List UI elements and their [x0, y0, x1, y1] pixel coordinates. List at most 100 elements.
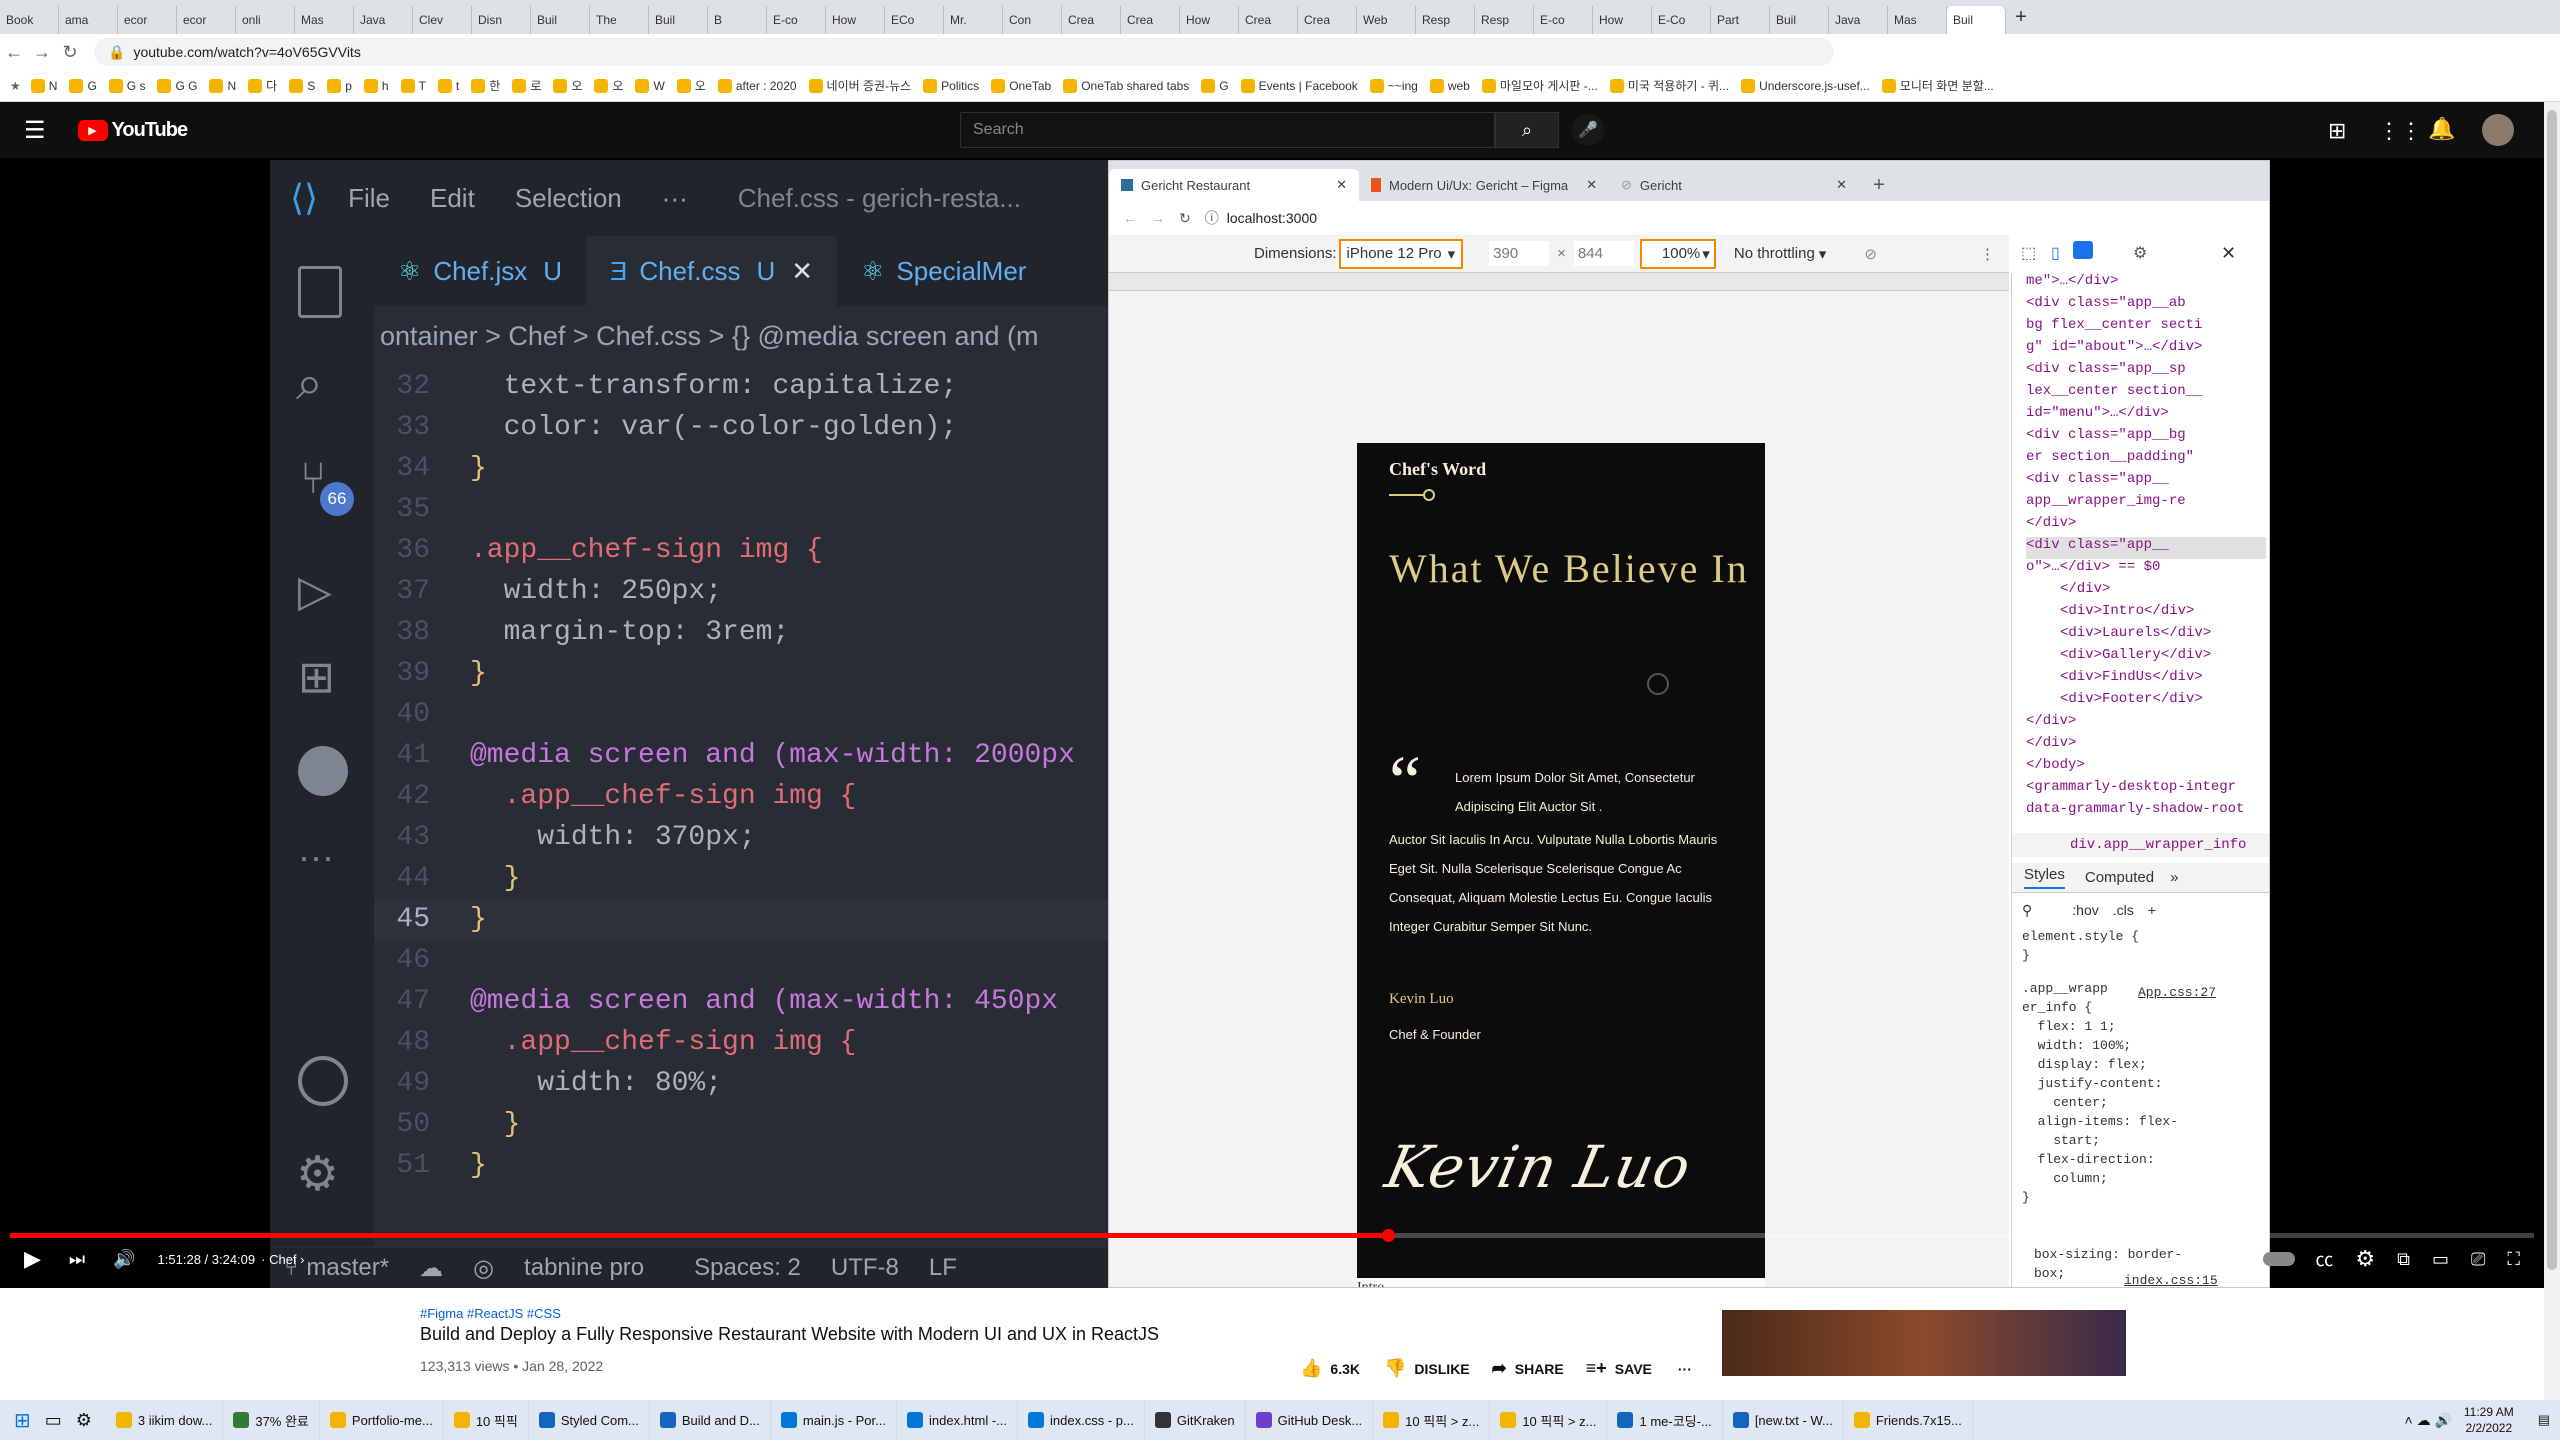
reload-icon[interactable]: ↻	[1179, 210, 1191, 227]
dom-node[interactable]: g" id="about">…</div>	[2026, 339, 2266, 361]
bookmark-item[interactable]: 오	[594, 77, 623, 94]
dom-node[interactable]: <grammarly-desktop-integr	[2026, 779, 2266, 801]
browser-tab[interactable]: Clev	[413, 6, 472, 34]
element-breadcrumb[interactable]: div.app__wrapper_info	[2012, 833, 2269, 857]
ad-banner[interactable]	[1722, 1310, 2126, 1376]
star-icon[interactable]: ★	[10, 79, 21, 93]
scrollbar-thumb[interactable]	[2547, 110, 2557, 1270]
close-icon[interactable]: ✕	[791, 256, 813, 287]
clock[interactable]: 11:29 AM 2/2/2022	[2464, 1404, 2514, 1436]
apps-icon[interactable]: ⋮⋮	[2378, 118, 2422, 144]
dom-node[interactable]: me">…</div>	[2026, 273, 2266, 295]
device-toggle-icon[interactable]: ▯	[2051, 243, 2060, 263]
explorer-icon[interactable]	[298, 266, 342, 318]
dom-node[interactable]: <div>Gallery</div>	[2026, 647, 2266, 669]
bookmark-item[interactable]: N	[30, 78, 57, 93]
browser-tab[interactable]: ecor	[118, 6, 177, 34]
search-icon[interactable]: ⌕	[296, 356, 323, 412]
bookmark-item[interactable]: OneTab	[991, 78, 1051, 93]
taskbar-app[interactable]: Styled Com...	[529, 1400, 650, 1440]
width-input[interactable]: 390	[1489, 241, 1550, 266]
browser-tab[interactable]: Crea	[1239, 6, 1298, 34]
taskbar-app[interactable]: 10 픽픽	[444, 1400, 529, 1440]
taskbar-app[interactable]: index.html -...	[897, 1400, 1019, 1440]
browser-tab[interactable]: Crea	[1298, 6, 1357, 34]
code-editor[interactable]: 32 text-transform: capitalize; 33 color: …	[374, 366, 1110, 1288]
tab-computed[interactable]: Computed	[2085, 869, 2154, 886]
bookmark-item[interactable]: 오	[676, 77, 706, 94]
bookmark-item[interactable]: S	[289, 78, 315, 93]
browser-tab[interactable]: E-Co	[1652, 6, 1711, 34]
bookmark-item[interactable]: OneTab shared tabs	[1063, 78, 1189, 93]
bookmark-item[interactable]: 한	[471, 77, 500, 94]
dom-node[interactable]: </div>	[2026, 581, 2266, 603]
taskbar-app[interactable]: Portfolio-me...	[320, 1400, 444, 1440]
microphone-icon[interactable]: 🎤	[1572, 114, 1604, 146]
browser-tab[interactable]: E-co	[1534, 6, 1593, 34]
taskbar-app[interactable]: GitHub Desk...	[1246, 1400, 1374, 1440]
extensions-icon[interactable]: ⊞	[298, 652, 335, 703]
issues-icon[interactable]	[2073, 241, 2093, 259]
taskbar-app[interactable]: index.css - p...	[1018, 1400, 1145, 1440]
browser-tab[interactable]: Buil	[531, 6, 590, 34]
bookmark-item[interactable]: 오	[553, 77, 582, 94]
dom-node[interactable]: <div>Intro</div>	[2026, 603, 2266, 625]
browser-tab[interactable]: Mas	[295, 6, 354, 34]
bookmark-item[interactable]: t	[437, 78, 459, 93]
avatar[interactable]	[2482, 114, 2514, 146]
browser-tab[interactable]: Java	[1829, 6, 1888, 34]
browser-tab[interactable]: Buil	[1770, 6, 1829, 34]
bookmark-item[interactable]: G	[69, 78, 97, 93]
search-button[interactable]: ⌕	[1495, 112, 1559, 148]
menu-file[interactable]: File	[348, 183, 390, 214]
dom-node[interactable]: </div>	[2026, 515, 2266, 537]
browser-tab[interactable]: Book	[0, 6, 59, 34]
dom-node[interactable]: <div class="app__bg	[2026, 427, 2266, 449]
account-icon[interactable]	[298, 1056, 348, 1106]
dom-node[interactable]: <div class="app__	[2026, 471, 2266, 493]
cls-button[interactable]: .cls	[2113, 902, 2134, 918]
task-view-icon[interactable]: ▭	[45, 1410, 62, 1431]
bookmark-item[interactable]: p	[327, 78, 352, 93]
back-icon[interactable]: ←	[0, 42, 28, 63]
device-select[interactable]: iPhone 12 Pro ▾	[1338, 238, 1464, 269]
tab-special-menu[interactable]: ⚛ SpecialMer	[837, 236, 1050, 306]
taskbar-app[interactable]: 1 me-코딩-...	[1607, 1400, 1723, 1440]
bookmark-item[interactable]: 로	[512, 77, 541, 94]
zoom-select[interactable]: 100% ▾	[1639, 238, 1716, 269]
dislike-button[interactable]: 👎 DISLIKE	[1384, 1358, 1470, 1379]
share-button[interactable]: ➦ SHARE	[1492, 1358, 1564, 1379]
menu-more[interactable]: ···	[662, 183, 688, 214]
subtitles-icon[interactable]: ㏄	[2315, 1246, 2333, 1272]
browser-tab[interactable]: ecor	[177, 6, 236, 34]
dom-tree[interactable]: me">…</div> <div class="app__ab bg flex__c…	[2026, 273, 2266, 823]
forward-icon[interactable]: →	[1151, 210, 1165, 226]
like-button[interactable]: 👍 6.3K	[1300, 1358, 1360, 1379]
bookmark-item[interactable]: 마일모아 게시판 -...	[1481, 77, 1598, 94]
style-source-link[interactable]: App.css:27	[2138, 985, 2216, 1000]
settings-gear-icon[interactable]: ⚙	[296, 1146, 339, 1202]
more-icon[interactable]: ···	[298, 836, 334, 878]
browser-tab[interactable]: The	[590, 6, 649, 34]
back-icon[interactable]: ←	[1123, 210, 1137, 226]
taskbar-app[interactable]: Friends.7x15...	[1844, 1400, 1973, 1440]
dom-node[interactable]: data-grammarly-shadow-root	[2026, 801, 2266, 823]
chapter-title[interactable]: · Chef ›	[261, 1252, 304, 1267]
bookmark-item[interactable]: 네이버 증권-뉴스	[808, 77, 911, 94]
hov-button[interactable]: :hov	[2072, 902, 2098, 918]
bookmark-item[interactable]: ~~ing	[1369, 78, 1418, 93]
taskbar-app[interactable]: 10 픽픽 > z...	[1373, 1400, 1491, 1440]
close-icon[interactable]: ✕	[1336, 177, 1347, 193]
rotate-icon[interactable]: ⊘	[1864, 245, 1877, 263]
more-actions-button[interactable]: ···	[1678, 1361, 1692, 1377]
taskbar-app[interactable]: [new.txt - W...	[1723, 1400, 1844, 1440]
taskbar-app[interactable]: Build and D...	[650, 1400, 771, 1440]
menu-selection[interactable]: Selection	[515, 183, 622, 214]
browser-tab[interactable]: Web	[1357, 6, 1416, 34]
tab-figma[interactable]: Modern Ui/Ux: Gericht – Figma ✕	[1359, 169, 1609, 201]
bookmark-item[interactable]: T	[400, 78, 426, 93]
tab-gericht-restaurant[interactable]: Gericht Restaurant ✕	[1109, 169, 1359, 201]
dom-node[interactable]: </div>	[2026, 735, 2266, 757]
browser-tab[interactable]: ECo	[885, 6, 944, 34]
fullscreen-icon[interactable]: ⛶	[2507, 1249, 2520, 1270]
